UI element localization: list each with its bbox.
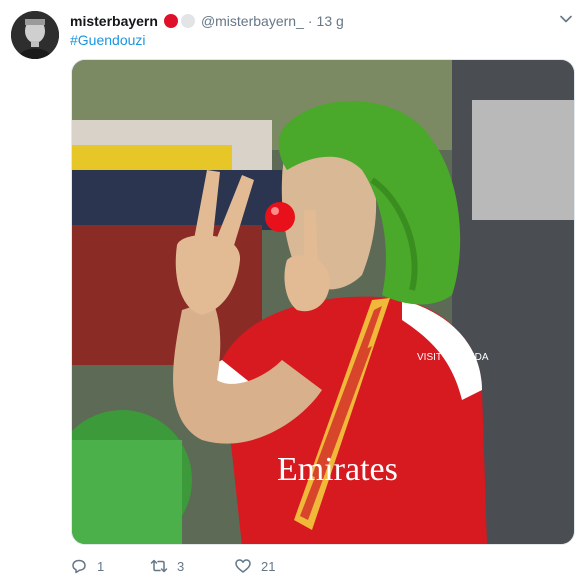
heart-icon [235,559,251,573]
author-handle[interactable]: @misterbayern_ [201,13,304,29]
chevron-down-icon[interactable] [559,12,573,26]
tweet[interactable]: misterbayern @misterbayern_ · 13 g #Guen… [0,0,587,579]
retweet-icon [150,559,168,573]
jersey-sponsor-text: Emirates [277,451,398,488]
tweet-actions: 1 3 21 [70,556,314,576]
separator: · [307,13,313,29]
sleeve-sponsor-text: VISIT RWANDA [417,352,489,363]
retweet-button[interactable]: 3 [150,557,234,575]
reply-count: 1 [97,558,105,574]
avatar[interactable] [11,11,59,59]
like-count: 21 [261,558,276,574]
tweet-hashtag[interactable]: #Guendouzi [70,32,146,48]
tweet-media[interactable]: Emirates VISIT RWANDA [71,59,575,545]
avatar-photo [11,11,59,59]
white-circle-emoji-icon [180,14,195,28]
media-image: Emirates VISIT RWANDA [72,60,574,544]
tweet-header: misterbayern @misterbayern_ · 13 g [70,11,344,31]
author-name[interactable]: misterbayern [70,13,158,29]
timestamp[interactable]: 13 g [317,13,344,29]
retweet-count: 3 [177,558,185,574]
reply-button[interactable]: 1 [70,557,150,575]
reply-icon [72,559,86,574]
red-circle-emoji-icon [163,14,178,28]
like-button[interactable]: 21 [234,557,314,575]
